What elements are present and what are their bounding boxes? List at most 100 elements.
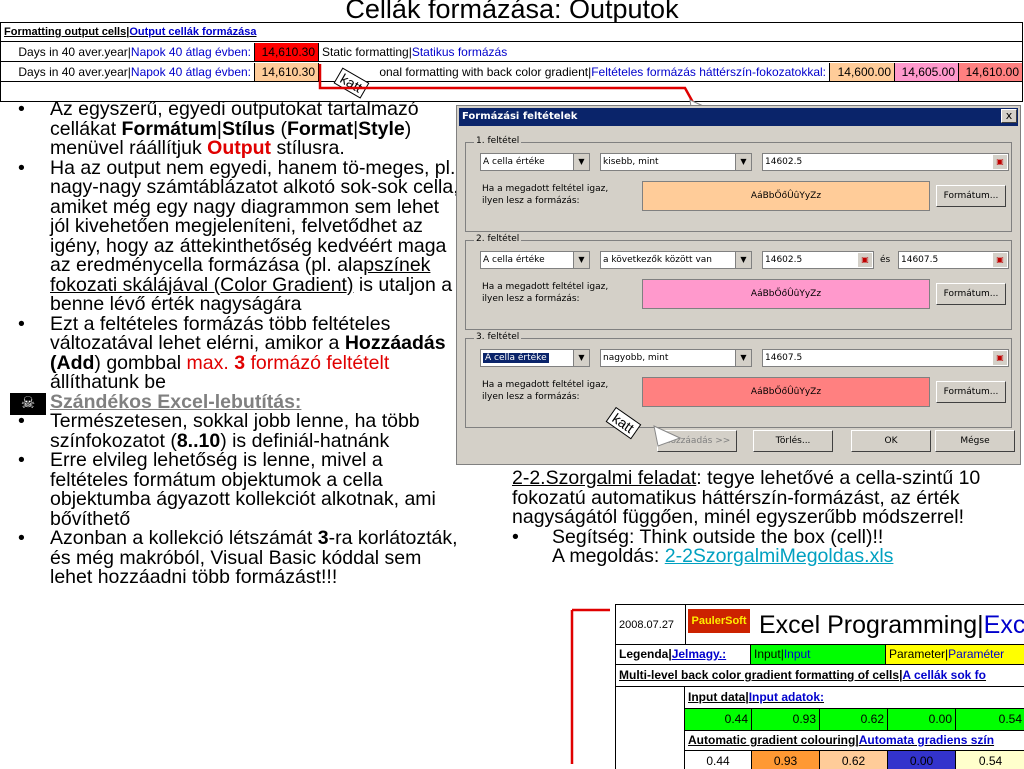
condition-2-value1-input[interactable]: 14602.5 ▣ (762, 251, 874, 269)
input-cell-4[interactable]: 0.00 (888, 709, 956, 731)
legend-en: Legenda (619, 647, 669, 661)
legend-cell[interactable]: Legenda|Jelmagy.: (616, 645, 751, 665)
cancel-button[interactable]: Mégse (935, 430, 1015, 452)
input-value: 14602.5 (765, 255, 803, 265)
range-select-icon[interactable]: ▣ (993, 155, 1007, 169)
bullet-2: Ha az output nem egyedi, hanem tö-meges,… (4, 158, 460, 315)
header-en: Formatting output cells (4, 26, 127, 38)
solution-spreadsheet: 2008.07.27 PaulerSoft Excel Programming|… (615, 604, 1024, 769)
chevron-down-icon: ▼ (573, 350, 589, 366)
date-cell[interactable]: 2008.07.27 (616, 605, 686, 645)
gradient-cell-3[interactable]: 14,610.00 (959, 63, 1022, 82)
condition-2-value2-input[interactable]: 14607.5 ▣ (898, 251, 1009, 269)
row1-label-en: Days in 40 aver.year (18, 45, 128, 59)
output-cell-4[interactable]: 0.00 (888, 751, 956, 769)
chevron-down-icon: ▼ (735, 350, 751, 366)
select-value: A cella értéke (483, 353, 549, 363)
annotation-arrow-2 (653, 425, 682, 447)
select-value: A cella értéke (483, 255, 545, 265)
input-cell-2[interactable]: 0.93 (752, 709, 820, 731)
heading-hu: Excel p (983, 611, 1024, 639)
gradient-cell-2[interactable]: 14,605.00 (895, 63, 959, 82)
row2-label-cell[interactable]: Days in 40 aver.year|Napok 40 átlag évbe… (1, 63, 255, 82)
row1-desc-en: Static formatting (322, 45, 409, 59)
auto-en: Automatic gradient colouring (688, 733, 856, 747)
condition-1-preview: AáBbŐőÛûYyZz (642, 181, 930, 211)
select-value: A cella értéke (483, 157, 545, 167)
text: Ezt a feltételes formázás több feltétele… (50, 312, 391, 354)
condition-2-format-button[interactable]: Formátum... (936, 283, 1006, 305)
bullet-5: Erre elvileg lehetőség is lenne, mivel a… (4, 450, 460, 529)
row1-label-cell[interactable]: Days in 40 aver.year|Napok 40 átlag évbe… (1, 43, 255, 62)
delete-button[interactable]: Törlés... (753, 430, 833, 452)
auto-gradient-heading[interactable]: Automatic gradient colouring|Automata gr… (684, 731, 1024, 751)
legend-hu: Jelmagy.: (671, 647, 727, 661)
range-select-icon[interactable]: ▣ (993, 351, 1007, 365)
input-data-hu: Input adatok: (748, 690, 825, 704)
table-header-cell[interactable]: Formatting output cells|Output cellák fo… (1, 23, 1022, 42)
input-data-heading[interactable]: Input data|Input adatok: (684, 687, 1024, 709)
input-cell-5[interactable]: 0.54 (956, 709, 1024, 731)
condition-1-label: 1. feltétel (474, 136, 522, 146)
solution-label: A megoldás: (552, 545, 665, 567)
auto-hu: Automata gradiens szín (858, 733, 995, 747)
header-hu: Output cellák formázása (129, 26, 257, 38)
condition-1-value-input[interactable]: 14602.5 ▣ (762, 153, 1009, 171)
range-select-icon[interactable]: ▣ (993, 253, 1007, 267)
input-cell-1[interactable]: 0.44 (684, 709, 752, 731)
heading-en: Excel Programming (759, 611, 978, 639)
input-value: 14607.5 (765, 353, 803, 363)
condition-3-hint: Ha a megadott feltétel igaz, ilyen lesz … (482, 380, 609, 402)
select-value: nagyobb, mint (603, 353, 669, 363)
condition-2-type-select[interactable]: A cella értéke ▼ (480, 251, 590, 269)
legend-input-cell[interactable]: Input|Input (751, 645, 886, 665)
condition-2-operator-select[interactable]: a következők között van ▼ (600, 251, 752, 269)
text-max: max. (186, 351, 235, 374)
ok-button[interactable]: OK (851, 430, 931, 452)
close-button[interactable]: x (1001, 109, 1017, 123)
select-value: a következők között van (603, 255, 712, 265)
row1-desc-hu: Statikus formázás (411, 45, 508, 59)
bullet-6: Azonban a kollekció létszámát 3-ra korlá… (4, 528, 460, 588)
conditional-format-dialog: Formázási feltételek x 1. feltétel A cel… (456, 105, 1021, 465)
solution-link[interactable]: 2-2SzorgalmiMegoldas.xls (665, 545, 894, 567)
bullet-3: Ezt a feltételes formázás több feltétele… (4, 312, 460, 393)
legend-input-hu: Input (783, 647, 811, 661)
condition-1-type-select[interactable]: A cella értéke ▼ (480, 153, 590, 171)
chevron-down-icon: ▼ (735, 252, 751, 268)
page-title: Cellák formázása: Outputok (345, 0, 679, 24)
legend-parameter-hu: Paraméter (948, 647, 1005, 661)
condition-3-operator-select[interactable]: nagyobb, mint ▼ (600, 349, 752, 367)
output-cell-2[interactable]: 0.93 (752, 751, 820, 769)
condition-3-type-select[interactable]: A cella értéke ▼ (480, 349, 590, 367)
select-value: kisebb, mint (603, 157, 659, 167)
condition-2-preview: AáBbŐőÛûYyZz (642, 279, 930, 309)
input-cell-3[interactable]: 0.62 (820, 709, 888, 731)
text-three: 3 (234, 351, 246, 374)
dialog-title-bar[interactable]: Formázási feltételek (459, 108, 1018, 126)
multi-level-heading[interactable]: Multi-level back color gradient formatti… (616, 665, 1024, 687)
text-style-en: Style (358, 117, 405, 140)
condition-3-label: 3. feltétel (474, 332, 522, 342)
logo-cell: PaulerSoft (686, 605, 756, 645)
output-cell-5[interactable]: 0.54 (956, 751, 1024, 769)
condition-1-group: 1. feltétel A cella értéke ▼ kisebb, mint… (465, 136, 1012, 232)
paulersoft-logo: PaulerSoft (688, 609, 750, 633)
gradient-cell-1[interactable]: 14,600.00 (830, 63, 895, 82)
legend-parameter-cell[interactable]: Parameter|Paraméter (886, 645, 1024, 665)
condition-1-format-button[interactable]: Formátum... (936, 185, 1006, 207)
row1-label-hu: Napok 40 átlag évben: (130, 45, 251, 59)
condition-3-format-button[interactable]: Formátum... (936, 381, 1006, 403)
chevron-down-icon: ▼ (573, 154, 589, 170)
chevron-down-icon: ▼ (735, 154, 751, 170)
condition-1-operator-select[interactable]: kisebb, mint ▼ (600, 153, 752, 171)
range-select-icon[interactable]: ▣ (858, 253, 872, 267)
output-cell-3[interactable]: 0.62 (820, 751, 888, 769)
row2-label-hu: Napok 40 átlag évben: (130, 65, 251, 79)
condition-3-value-input[interactable]: 14607.5 ▣ (762, 349, 1009, 367)
sheet-heading: Excel Programming|Excel p (756, 605, 1024, 645)
left-text-block: Az egyszerű, egyedi outputokat tartalmaz… (4, 99, 460, 588)
condition-2-hint: Ha a megadott feltétel igaz, ilyen lesz … (482, 282, 609, 304)
row2-label-en: Days in 40 aver.year (18, 65, 128, 79)
output-cell-1[interactable]: 0.44 (684, 751, 752, 769)
